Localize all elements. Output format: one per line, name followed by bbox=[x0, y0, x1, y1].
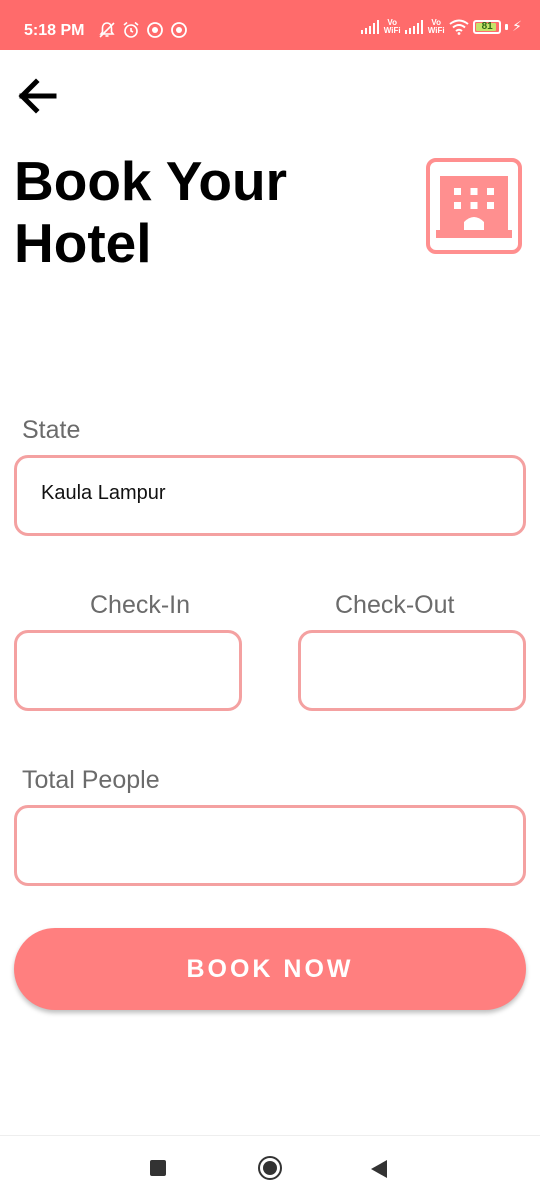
status-notification-icons bbox=[98, 21, 188, 39]
circle-app-icon bbox=[147, 22, 163, 38]
recents-icon[interactable] bbox=[150, 1160, 166, 1176]
back-icon[interactable] bbox=[371, 1160, 387, 1178]
signal-icon bbox=[361, 19, 380, 34]
battery-icon: 81 bbox=[473, 19, 502, 34]
checkout-label: Check-Out bbox=[335, 591, 455, 619]
system-nav-bar bbox=[0, 1135, 540, 1201]
checkin-label: Check-In bbox=[90, 591, 191, 619]
status-bar: 5:18 PM Vo WiFi Vo WiFi 81 ⚡ bbox=[0, 0, 540, 50]
alarm-icon bbox=[123, 21, 139, 38]
circle-app-icon bbox=[171, 22, 187, 38]
state-label: State bbox=[22, 416, 81, 444]
total-people-input[interactable] bbox=[14, 805, 526, 886]
back-button[interactable] bbox=[14, 72, 62, 120]
total-people-label: Total People bbox=[22, 766, 160, 794]
status-system-icons: Vo WiFi Vo WiFi 81 ⚡ bbox=[361, 18, 522, 35]
battery-level: 81 bbox=[481, 20, 493, 32]
arrow-left-icon bbox=[18, 78, 57, 114]
hotel-icon bbox=[426, 158, 522, 254]
book-now-button[interactable]: BOOK NOW bbox=[14, 928, 526, 1010]
home-icon[interactable] bbox=[258, 1156, 282, 1180]
checkin-input[interactable] bbox=[14, 630, 242, 711]
status-time: 5:18 PM bbox=[24, 22, 85, 39]
vowifi-icon: Vo WiFi bbox=[427, 17, 445, 35]
signal-icon bbox=[405, 19, 424, 34]
state-input[interactable]: Kaula Lampur bbox=[14, 455, 526, 536]
charging-icon: ⚡ bbox=[512, 18, 522, 34]
vowifi-icon: Vo WiFi bbox=[383, 17, 401, 35]
wifi-icon bbox=[449, 19, 469, 35]
page-title: Book Your Hotel bbox=[14, 150, 287, 274]
checkout-input[interactable] bbox=[298, 630, 526, 711]
bell-off-icon bbox=[99, 22, 115, 38]
state-value: Kaula Lampur bbox=[41, 482, 166, 504]
